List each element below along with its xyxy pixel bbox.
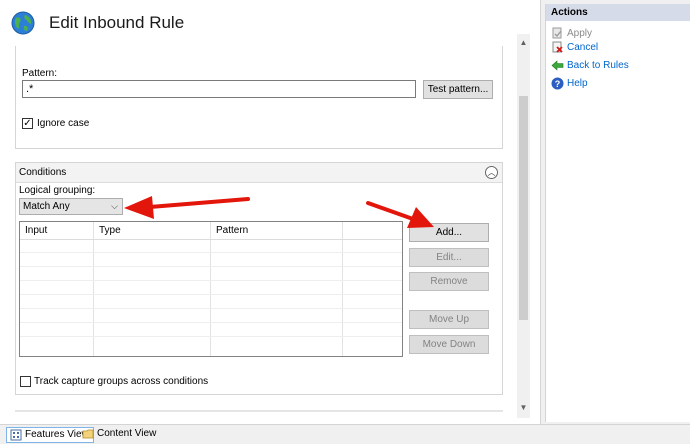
move-up-button[interactable]: Move Up [409, 310, 489, 329]
test-pattern-button[interactable]: Test pattern... [423, 80, 493, 99]
tab-content-view-label: Content View [97, 428, 157, 439]
remove-button[interactable]: Remove [409, 272, 489, 291]
ignore-case-label: Ignore case [37, 118, 90, 129]
row-divider [20, 294, 402, 295]
scroll-down-arrow-icon[interactable]: ▼ [517, 401, 530, 414]
content-view-icon [82, 429, 94, 439]
vertical-scrollbar[interactable]: ▲ ▼ [517, 34, 530, 418]
edit-button[interactable]: Edit... [409, 248, 489, 267]
column-header-pattern[interactable]: Pattern [216, 225, 248, 236]
column-header-type[interactable]: Type [99, 225, 121, 236]
conditions-table[interactable]: Input Type Pattern [19, 221, 403, 357]
actions-pane: Actions Apply Cancel Back to Rules ? Hel… [545, 4, 690, 422]
page-title: Edit Inbound Rule [49, 13, 185, 32]
track-capture-checkbox[interactable] [20, 376, 31, 387]
tab-content-view[interactable]: Content View [79, 427, 160, 443]
conditions-title: Conditions [19, 167, 67, 178]
actions-title: Actions [546, 4, 690, 21]
column-header-input[interactable]: Input [25, 225, 47, 236]
help-icon: ? [551, 77, 564, 90]
chevron-down-icon: ⌵ [111, 201, 118, 211]
action-help-label: Help [567, 78, 588, 89]
scroll-thumb[interactable] [519, 96, 528, 320]
row-divider [20, 252, 402, 253]
apply-icon [552, 27, 562, 39]
action-apply[interactable]: Apply [551, 27, 592, 41]
globe-icon [11, 11, 35, 35]
cancel-icon [552, 41, 563, 53]
row-divider [20, 280, 402, 281]
track-capture-label: Track capture groups across conditions [34, 376, 209, 387]
action-cancel[interactable]: Cancel [551, 41, 598, 55]
logical-grouping-label: Logical grouping: [19, 185, 96, 196]
logical-grouping-value: Match Any [23, 201, 70, 212]
action-help[interactable]: ? Help [551, 77, 588, 91]
scroll-up-arrow-icon[interactable]: ▲ [517, 36, 530, 49]
header-divider [20, 239, 402, 240]
row-divider [20, 336, 402, 337]
logical-grouping-dropdown[interactable]: Match Any ⌵ [19, 198, 123, 215]
row-divider [20, 308, 402, 309]
back-arrow-icon [551, 60, 564, 71]
section-divider [15, 410, 503, 412]
main-panel: Edit Inbound Rule ▲ ▼ Pattern: .* Test p… [0, 0, 541, 424]
collapse-chevron-icon[interactable]: ︿ [485, 166, 498, 179]
row-divider [20, 322, 402, 323]
action-back-to-rules-label: Back to Rules [567, 60, 629, 71]
features-view-icon [10, 429, 22, 441]
conditions-header[interactable] [16, 163, 502, 183]
view-tab-bar: Features View Content View [0, 424, 690, 444]
add-button[interactable]: Add... [409, 223, 489, 242]
row-divider [20, 266, 402, 267]
pattern-label: Pattern: [22, 68, 58, 79]
pattern-input[interactable]: .* [22, 80, 416, 98]
svg-text:?: ? [555, 79, 561, 89]
action-cancel-label: Cancel [567, 42, 599, 53]
move-down-button[interactable]: Move Down [409, 335, 489, 354]
ignore-case-checkbox[interactable]: ✓ [22, 118, 33, 129]
page-header: Edit Inbound Rule [0, 0, 528, 46]
action-apply-label: Apply [567, 28, 593, 39]
action-back-to-rules[interactable]: Back to Rules [551, 59, 629, 73]
